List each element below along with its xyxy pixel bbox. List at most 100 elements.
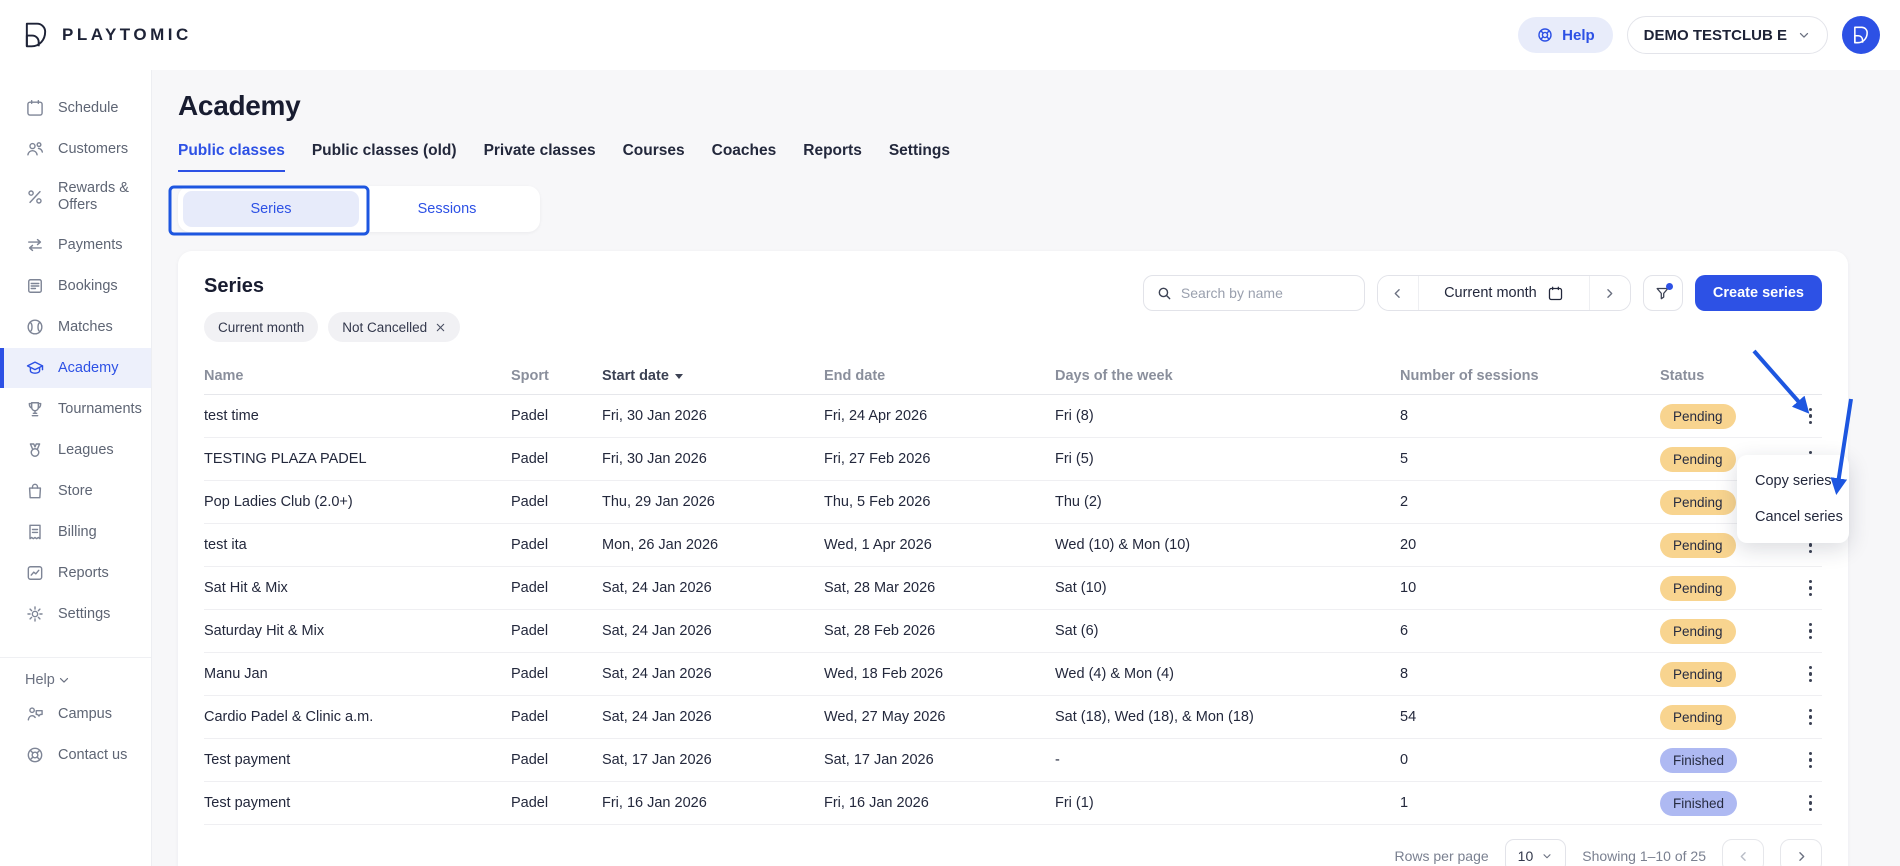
table-row[interactable]: test ita Padel Mon, 26 Jan 2026 Wed, 1 A… <box>204 524 1822 567</box>
cell-name: Saturday Hit & Mix <box>204 623 511 639</box>
cell-status: Pending <box>1660 404 1782 429</box>
sidebar-item-campus[interactable]: Campus <box>0 694 151 734</box>
chevron-right-icon <box>1794 849 1809 864</box>
chevron-left-icon <box>1736 849 1751 864</box>
close-icon[interactable] <box>435 322 446 333</box>
next-page-button[interactable] <box>1780 839 1822 866</box>
column-header-sport[interactable]: Sport <box>511 368 602 384</box>
sidebar-item-reports[interactable]: Reports <box>0 553 151 593</box>
chart-icon <box>25 563 45 583</box>
row-actions-kebab-button[interactable] <box>1803 660 1819 689</box>
sidebar-item-store[interactable]: Store <box>0 471 151 511</box>
sidebar-item-schedule[interactable]: Schedule <box>0 88 151 128</box>
tab-public-classes-old[interactable]: Public classes (old) <box>312 142 457 172</box>
table-row[interactable]: Manu Jan Padel Sat, 24 Jan 2026 Wed, 18 … <box>204 653 1822 696</box>
table-row[interactable]: Test payment Padel Fri, 16 Jan 2026 Fri,… <box>204 782 1822 825</box>
menu-item-copy-series[interactable]: Copy series <box>1737 463 1849 499</box>
cell-name: Test payment <box>204 752 511 768</box>
column-header-start-date[interactable]: Start date <box>602 368 824 384</box>
subtab-series[interactable]: Series <box>183 191 359 227</box>
sidebar-item-rewards-offers[interactable]: Rewards & Offers <box>0 170 151 224</box>
sidebar-item-payments[interactable]: Payments <box>0 225 151 265</box>
app-launcher-button[interactable] <box>1842 16 1880 54</box>
cell-sessions: 1 <box>1400 795 1660 811</box>
series-card: Series Current month Not Cancelled <box>178 251 1848 866</box>
subtab-sessions[interactable]: Sessions <box>359 191 535 227</box>
row-actions-kebab-button[interactable] <box>1803 746 1819 775</box>
academy-tabs: Public classes Public classes (old) Priv… <box>178 142 1848 172</box>
sidebar-item-label: Academy <box>58 360 118 377</box>
row-actions-kebab-button[interactable] <box>1803 703 1819 732</box>
cell-name: test time <box>204 408 511 424</box>
cell-status: Finished <box>1660 791 1782 816</box>
table-row[interactable]: Pop Ladies Club (2.0+) Padel Thu, 29 Jan… <box>204 481 1822 524</box>
table-row[interactable]: Test payment Padel Sat, 17 Jan 2026 Sat,… <box>204 739 1822 782</box>
row-actions-kebab-button[interactable] <box>1803 402 1819 431</box>
tab-reports[interactable]: Reports <box>803 142 862 172</box>
sidebar-item-bookings[interactable]: Bookings <box>0 266 151 306</box>
sidebar-item-label: Leagues <box>58 442 114 459</box>
help-section-toggle[interactable]: Help <box>0 672 151 688</box>
column-header-name[interactable]: Name <box>204 368 511 384</box>
date-range-button[interactable]: Current month <box>1418 276 1590 310</box>
sidebar-item-leagues[interactable]: Leagues <box>0 430 151 470</box>
cell-days: Sat (10) <box>1055 580 1400 596</box>
sidebar-item-settings[interactable]: Settings <box>0 594 151 634</box>
cell-end-date: Sat, 28 Feb 2026 <box>824 623 1055 639</box>
row-actions-kebab-button[interactable] <box>1803 617 1819 646</box>
sidebar-item-matches[interactable]: Matches <box>0 307 151 347</box>
menu-item-cancel-series[interactable]: Cancel series <box>1737 499 1849 535</box>
cell-start-date: Fri, 16 Jan 2026 <box>602 795 824 811</box>
table-row[interactable]: Saturday Hit & Mix Padel Sat, 24 Jan 202… <box>204 610 1822 653</box>
previous-month-button[interactable] <box>1378 276 1418 310</box>
help-button[interactable]: Help <box>1518 17 1613 53</box>
previous-page-button[interactable] <box>1722 839 1764 866</box>
rows-per-page-label: Rows per page <box>1394 848 1488 864</box>
table-row[interactable]: Cardio Padel & Clinic a.m. Padel Sat, 24… <box>204 696 1822 739</box>
create-series-button[interactable]: Create series <box>1695 275 1822 311</box>
cell-sport: Padel <box>511 666 602 682</box>
column-header-days[interactable]: Days of the week <box>1055 368 1400 384</box>
playtomic-logo-icon <box>22 21 50 49</box>
main-content: Academy Public classes Public classes (o… <box>152 70 1900 866</box>
trophy-icon <box>25 399 45 419</box>
search-input[interactable] <box>1181 285 1352 301</box>
column-header-end-date[interactable]: End date <box>824 368 1055 384</box>
sidebar-item-billing[interactable]: Billing <box>0 512 151 552</box>
filters-button[interactable] <box>1643 275 1683 311</box>
tab-courses[interactable]: Courses <box>623 142 685 172</box>
row-actions-kebab-button[interactable] <box>1803 789 1819 818</box>
next-month-button[interactable] <box>1590 276 1630 310</box>
status-badge: Pending <box>1660 576 1736 601</box>
chip-current-month[interactable]: Current month <box>204 312 318 342</box>
sidebar-item-label: Schedule <box>58 100 118 117</box>
sidebar-item-customers[interactable]: Customers <box>0 129 151 169</box>
sidebar-item-label: Rewards & Offers <box>58 180 144 214</box>
cell-days: Wed (10) & Mon (10) <box>1055 537 1400 553</box>
table-row[interactable]: test time Padel Fri, 30 Jan 2026 Fri, 24… <box>204 395 1822 438</box>
sidebar-item-tournaments[interactable]: Tournaments <box>0 389 151 429</box>
table-row[interactable]: Sat Hit & Mix Padel Sat, 24 Jan 2026 Sat… <box>204 567 1822 610</box>
tab-coaches[interactable]: Coaches <box>712 142 777 172</box>
rows-per-page-select[interactable]: 10 <box>1505 839 1567 866</box>
tab-public-classes[interactable]: Public classes <box>178 142 285 172</box>
tab-private-classes[interactable]: Private classes <box>484 142 596 172</box>
tab-settings[interactable]: Settings <box>889 142 950 172</box>
sidebar-item-academy[interactable]: Academy <box>0 348 151 388</box>
series-table: Name Sport Start date End date Days of t… <box>204 358 1822 825</box>
chevron-down-icon <box>57 673 71 687</box>
club-selector[interactable]: DEMO TESTCLUB E <box>1627 16 1828 54</box>
search-icon <box>1156 285 1173 302</box>
table-row[interactable]: TESTING PLAZA PADEL Padel Fri, 30 Jan 20… <box>204 438 1822 481</box>
page-title: Academy <box>178 90 1848 122</box>
column-header-sessions[interactable]: Number of sessions <box>1400 368 1660 384</box>
column-header-status[interactable]: Status <box>1660 368 1782 384</box>
receipt-icon <box>25 522 45 542</box>
tennis-ball-icon <box>25 317 45 337</box>
sidebar-item-label: Store <box>58 483 93 500</box>
cell-start-date: Sat, 24 Jan 2026 <box>602 666 824 682</box>
chip-not-cancelled[interactable]: Not Cancelled <box>328 312 460 342</box>
chevron-down-icon <box>1797 28 1811 42</box>
row-actions-kebab-button[interactable] <box>1803 574 1819 603</box>
sidebar-item-contact-us[interactable]: Contact us <box>0 735 151 775</box>
